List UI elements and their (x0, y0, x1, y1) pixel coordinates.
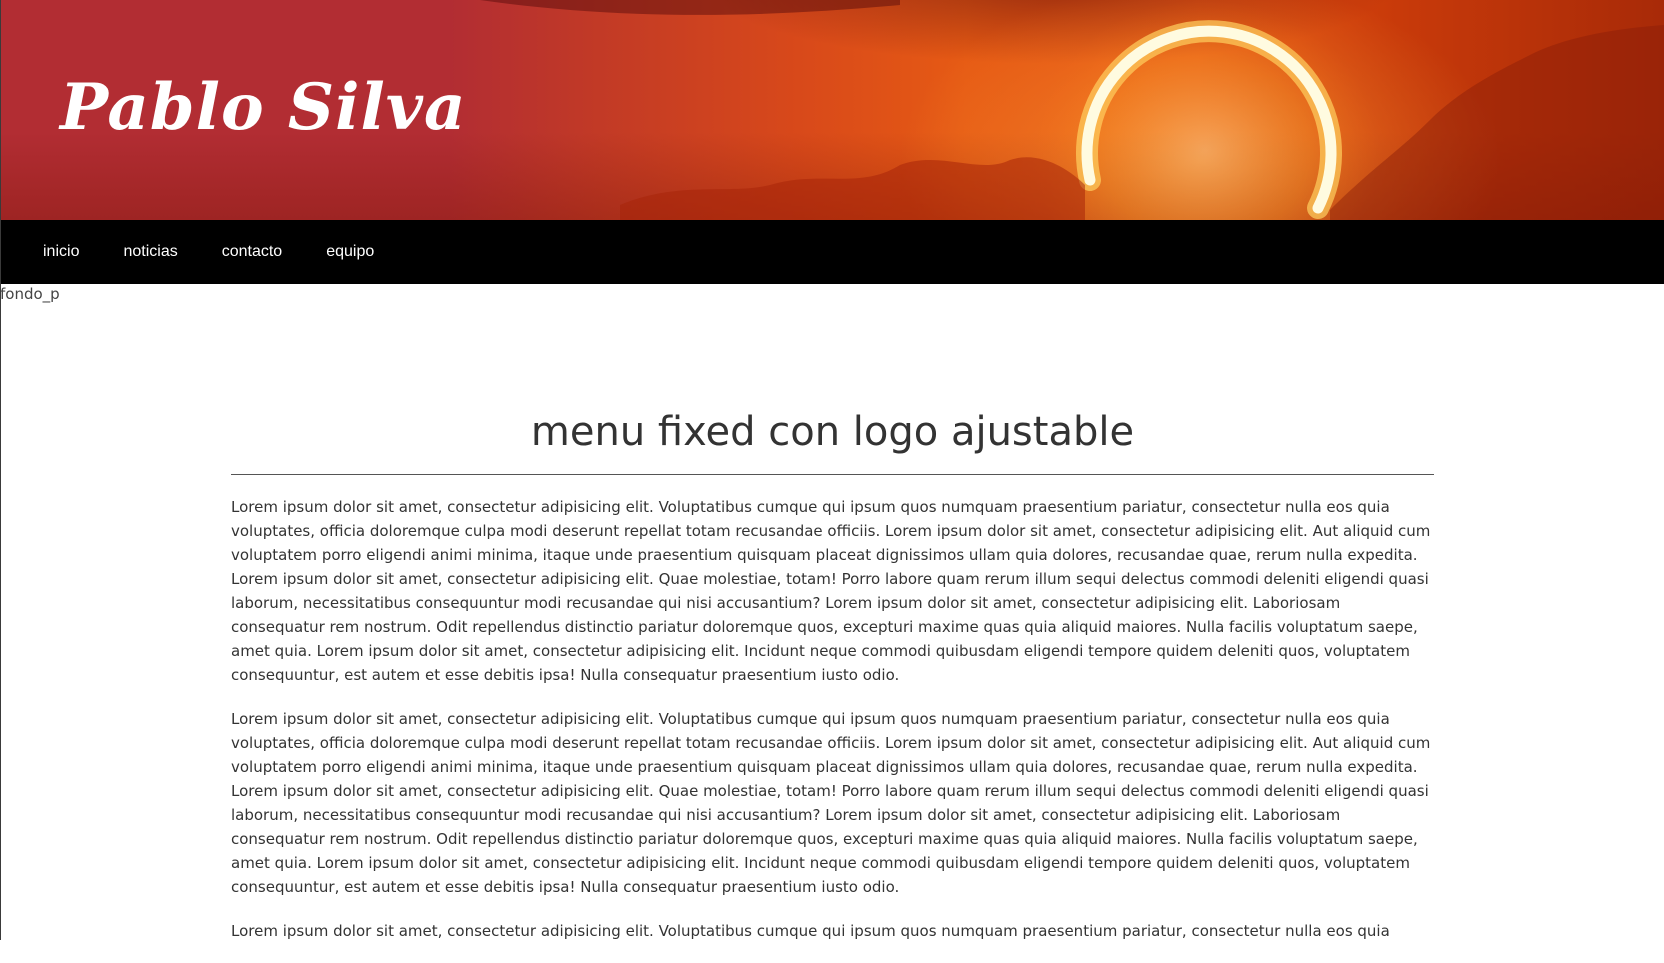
main-nav: inicio noticias contacto equipo (0, 220, 1664, 284)
nav-item-noticias: noticias (101, 220, 199, 284)
heading-divider (231, 474, 1434, 475)
content-paragraph: Lorem ipsum dolor sit amet, consectetur … (231, 922, 1390, 940)
site-logo-title[interactable]: Pablo Silva (60, 70, 466, 145)
nav-item-equipo: equipo (304, 220, 396, 284)
content-paragraph: Lorem ipsum dolor sit amet, consectetur … (231, 498, 1431, 684)
nav-item-inicio: inicio (0, 220, 101, 284)
nav-list: inicio noticias contacto equipo (0, 220, 1664, 284)
window-left-edge (0, 0, 1, 940)
content-paragraph: Lorem ipsum dolor sit amet, consectetur … (231, 710, 1431, 896)
nav-link-inicio[interactable]: inicio (0, 220, 101, 284)
nav-link-noticias[interactable]: noticias (101, 220, 199, 284)
broken-image-alt-text: fondo_p (0, 285, 60, 303)
nav-item-contacto: contacto (200, 220, 304, 284)
nav-link-contacto[interactable]: contacto (200, 220, 304, 284)
site-header: Pablo Silva (0, 0, 1664, 220)
main-content: menu fixed con logo ajustable Lorem ipsu… (231, 400, 1434, 963)
nav-link-equipo[interactable]: equipo (304, 220, 396, 284)
page-heading: menu fixed con logo ajustable (530, 409, 1135, 455)
broken-image-placeholder: fondo_p (0, 285, 60, 303)
